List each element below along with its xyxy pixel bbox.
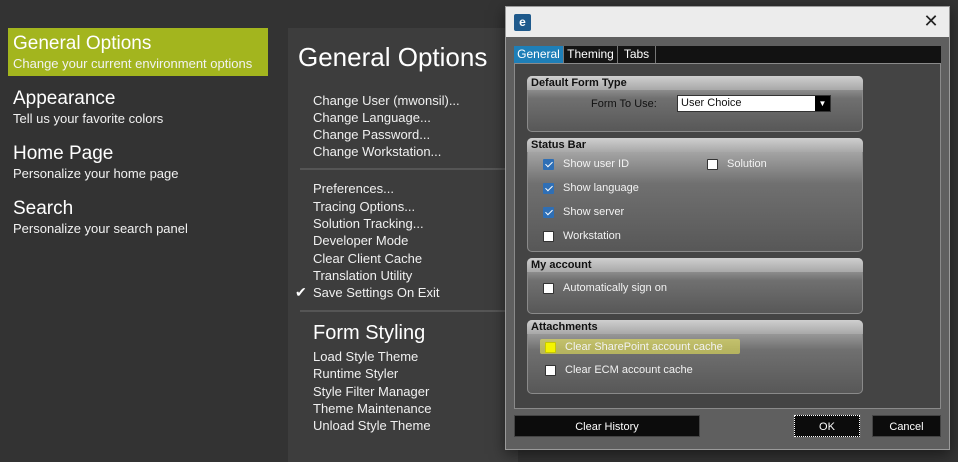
- nav-item-subtitle: Personalize your search panel: [13, 221, 188, 236]
- preferences-link[interactable]: Preferences...: [313, 181, 394, 196]
- checkbox-icon[interactable]: [545, 365, 556, 376]
- checkbox-label: Automatically sign on: [563, 282, 667, 294]
- status-bar-group: Status Bar Show user ID Solution Show la…: [527, 138, 863, 252]
- checkbox-icon[interactable]: [545, 342, 556, 353]
- options-panel: General Options Change User (mwonsil)...…: [288, 28, 518, 462]
- checkmark-icon: ✔: [295, 284, 307, 300]
- group-title: My account: [527, 258, 863, 272]
- form-to-use-label: Form To Use:: [591, 98, 657, 110]
- load-style-theme-link[interactable]: Load Style Theme: [313, 349, 418, 364]
- page-title: General Options: [298, 42, 488, 72]
- checkbox-label: Show server: [563, 206, 625, 218]
- unload-style-theme-link[interactable]: Unload Style Theme: [313, 418, 431, 433]
- tab-theming[interactable]: Theming: [564, 46, 618, 63]
- checkbox-icon[interactable]: [707, 159, 718, 170]
- solution-tracking-link[interactable]: Solution Tracking...: [313, 216, 424, 231]
- options-nav: General Options Change your current envi…: [0, 0, 288, 462]
- checkbox-icon[interactable]: [543, 231, 554, 242]
- translation-utility-link[interactable]: Translation Utility: [313, 268, 412, 283]
- style-filter-manager-link[interactable]: Style Filter Manager: [313, 384, 429, 399]
- checkbox-icon[interactable]: [543, 159, 554, 170]
- checkbox-icon[interactable]: [543, 207, 554, 218]
- nav-item-title: General Options: [13, 33, 152, 54]
- developer-mode-link[interactable]: Developer Mode: [313, 233, 408, 248]
- nav-item-title: Search: [13, 198, 74, 219]
- change-workstation-link[interactable]: Change Workstation...: [313, 144, 441, 159]
- nav-item-general-options[interactable]: General Options Change your current envi…: [8, 28, 268, 76]
- default-form-type-group: Default Form Type Form To Use: User Choi…: [527, 76, 863, 132]
- clear-client-cache-link[interactable]: Clear Client Cache: [313, 251, 422, 266]
- tab-general[interactable]: General: [514, 46, 564, 63]
- chevron-down-icon[interactable]: ▼: [815, 96, 830, 111]
- cancel-button[interactable]: Cancel: [872, 415, 941, 437]
- nav-item-title: Appearance: [13, 88, 116, 109]
- app-icon: e: [514, 14, 531, 31]
- tab-bar: General Theming Tabs: [514, 46, 941, 63]
- form-styling-title: Form Styling: [313, 322, 426, 344]
- divider: [300, 310, 518, 312]
- change-password-link[interactable]: Change Password...: [313, 127, 430, 142]
- group-title: Status Bar: [527, 138, 863, 152]
- theme-maintenance-link[interactable]: Theme Maintenance: [313, 401, 432, 416]
- checkbox-label: Clear SharePoint account cache: [565, 341, 723, 353]
- attachments-group: Attachments Clear SharePoint account cac…: [527, 320, 863, 394]
- nav-item-title: Home Page: [13, 143, 114, 164]
- tracing-options-link[interactable]: Tracing Options...: [313, 199, 415, 214]
- form-to-use-select[interactable]: User Choice ▼: [677, 95, 831, 112]
- checkbox-label: Show language: [563, 182, 639, 194]
- checkbox-label: Show user ID: [563, 158, 630, 170]
- clear-history-button[interactable]: Clear History: [514, 415, 700, 437]
- nav-item-subtitle: Change your current environment options: [13, 56, 253, 71]
- tab-tabs[interactable]: Tabs: [618, 46, 656, 63]
- nav-item-home-page[interactable]: Home Page Personalize your home page: [8, 138, 268, 186]
- select-value: User Choice: [681, 97, 742, 109]
- checkbox-label: Solution: [727, 158, 767, 170]
- runtime-styler-link[interactable]: Runtime Styler: [313, 366, 398, 381]
- group-title: Default Form Type: [527, 76, 863, 90]
- nav-item-search[interactable]: Search Personalize your search panel: [8, 193, 268, 241]
- checkbox-label: Clear ECM account cache: [565, 364, 693, 376]
- my-account-group: My account Automatically sign on: [527, 258, 863, 314]
- change-user-link[interactable]: Change User (mwonsil)...: [313, 93, 460, 108]
- dialog-body: General Theming Tabs Default Form Type F…: [506, 37, 949, 449]
- checkbox-label: Workstation: [563, 230, 621, 242]
- nav-item-appearance[interactable]: Appearance Tell us your favorite colors: [8, 83, 268, 131]
- divider: [300, 168, 518, 170]
- ok-button[interactable]: OK: [793, 414, 861, 438]
- save-settings-on-exit-toggle[interactable]: Save Settings On Exit: [313, 285, 439, 300]
- nav-item-subtitle: Personalize your home page: [13, 166, 179, 181]
- nav-item-subtitle: Tell us your favorite colors: [13, 111, 164, 126]
- options-dialog: e ✕ General Theming Tabs Default Form Ty…: [505, 6, 950, 450]
- checkbox-icon[interactable]: [543, 183, 554, 194]
- change-language-link[interactable]: Change Language...: [313, 110, 431, 125]
- checkbox-icon[interactable]: [543, 283, 554, 294]
- group-title: Attachments: [527, 320, 863, 334]
- close-button[interactable]: ✕: [919, 10, 943, 32]
- tab-panel-general: Default Form Type Form To Use: User Choi…: [514, 63, 941, 409]
